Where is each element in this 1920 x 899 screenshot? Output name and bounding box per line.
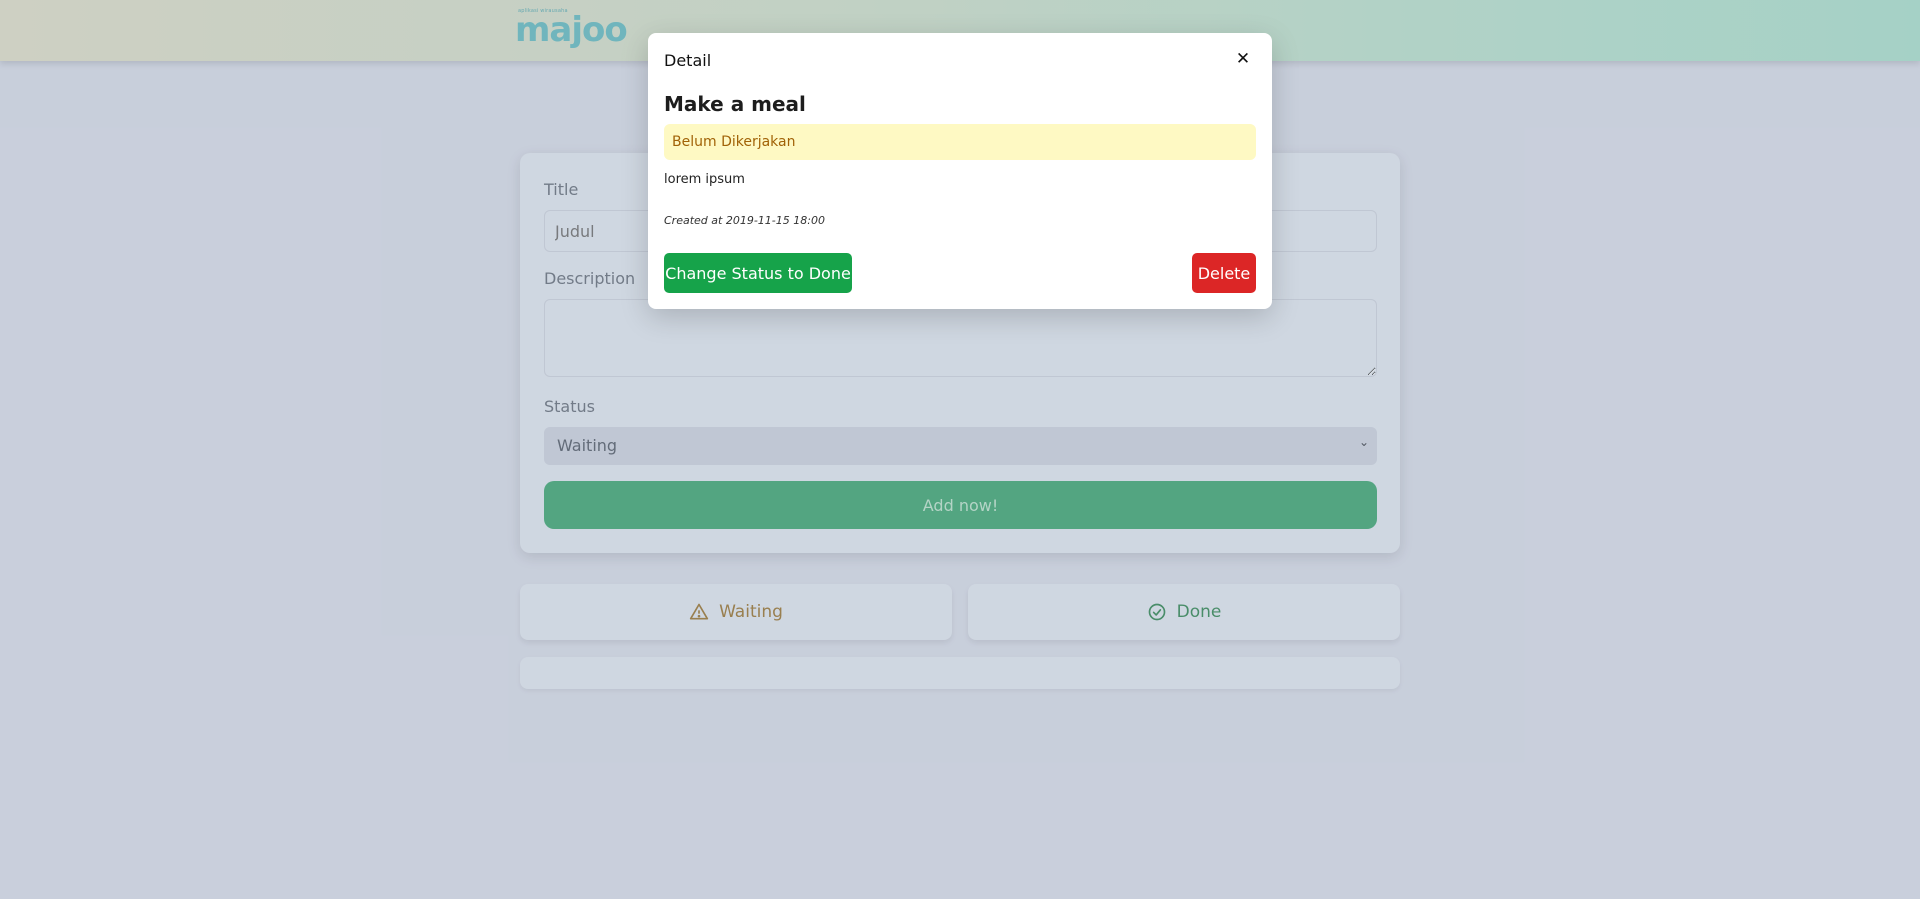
delete-button[interactable]: Delete <box>1192 253 1256 293</box>
task-title: Make a meal <box>664 92 806 116</box>
close-icon[interactable]: ✕ <box>1234 50 1252 68</box>
task-description: lorem ipsum <box>664 172 745 187</box>
detail-modal: Detail ✕ Make a meal Belum Dikerjakan lo… <box>648 33 1272 309</box>
change-status-button[interactable]: Change Status to Done <box>664 253 852 293</box>
status-badge: Belum Dikerjakan <box>664 124 1256 160</box>
task-created-at: Created at 2019-11-15 18:00 <box>664 214 825 227</box>
modal-title: Detail <box>664 51 712 70</box>
